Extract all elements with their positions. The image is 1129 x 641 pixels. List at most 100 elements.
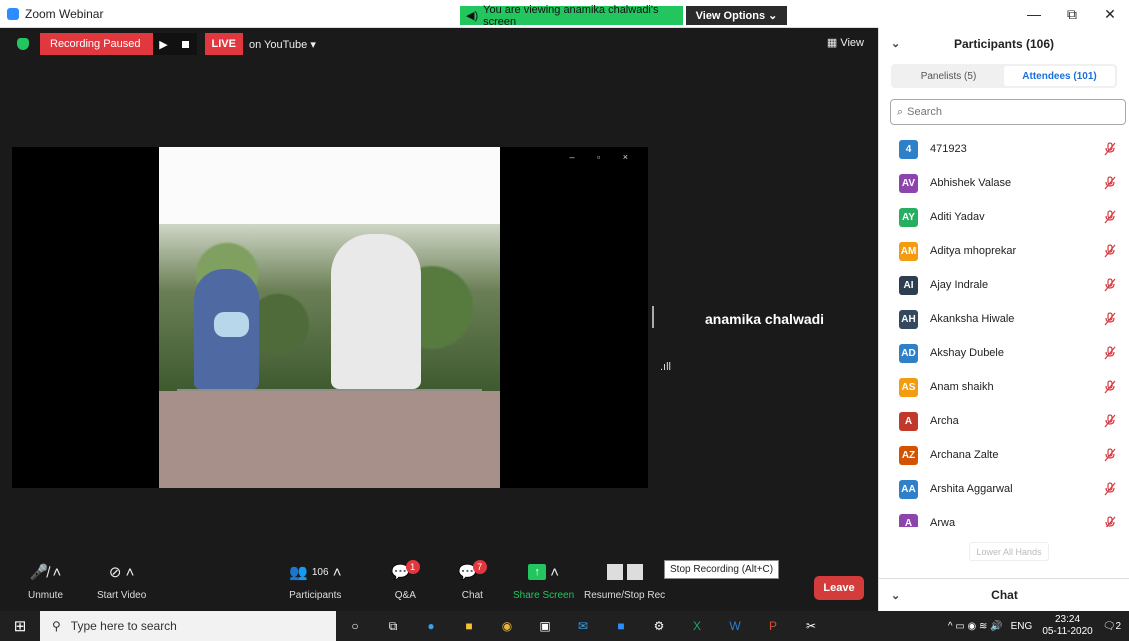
participant-name: Arwa xyxy=(930,517,956,527)
qa-badge: 1 xyxy=(405,560,420,574)
maximize-button[interactable]: ⧉ xyxy=(1053,0,1091,28)
video-off-icon: ⊘ ˄ xyxy=(108,564,135,581)
window-title: Zoom Webinar xyxy=(25,7,104,21)
participant-row[interactable]: AV Abhishek Valase xyxy=(879,166,1129,200)
excel-icon[interactable]: X xyxy=(678,611,716,641)
qa-button[interactable]: 💬 1 Q&A xyxy=(391,560,420,601)
share-screen-icon: ↑ ˄ xyxy=(528,561,559,583)
participants-count: 106 xyxy=(311,566,329,578)
mail-icon[interactable]: ✉ xyxy=(564,611,602,641)
participant-avatar: AI xyxy=(899,275,918,295)
notifications-icon[interactable]: 🗨2 xyxy=(1103,621,1121,632)
participant-avatar: AZ xyxy=(899,445,918,465)
chat-label: Chat xyxy=(461,590,483,601)
mic-muted-icon[interactable] xyxy=(1104,210,1116,224)
split-divider[interactable] xyxy=(652,306,654,328)
word-icon[interactable]: W xyxy=(716,611,754,641)
file-explorer-icon[interactable]: ■ xyxy=(450,611,488,641)
participant-avatar: AA xyxy=(899,479,918,499)
active-speaker-name: anamika chalwadi xyxy=(705,311,825,327)
settings-icon[interactable]: ⚙ xyxy=(640,611,678,641)
participant-name: Archana Zalte xyxy=(930,449,999,461)
face-mask xyxy=(214,312,249,337)
edge-icon[interactable]: ● xyxy=(412,611,450,641)
mic-muted-icon[interactable] xyxy=(1104,176,1116,190)
participants-button[interactable]: 👥 106 ˄ Participants xyxy=(289,561,342,602)
participant-row[interactable]: AY Aditi Yadav xyxy=(879,200,1129,234)
participant-row[interactable]: AA Arshita Aggarwal xyxy=(879,472,1129,506)
chat-section-header[interactable]: ⌄ Chat xyxy=(879,578,1129,611)
participant-name: Arshita Aggarwal xyxy=(930,483,1013,495)
participant-tabs: Panelists (5) Attendees (101) xyxy=(891,64,1117,88)
recording-bar: Recording Paused ▶ LIVE on YouTube ▾ xyxy=(0,32,316,56)
tab-attendees[interactable]: Attendees (101) xyxy=(1004,66,1115,86)
mic-muted-icon[interactable] xyxy=(1104,380,1116,394)
task-view-icon[interactable]: ⧉ xyxy=(374,611,412,641)
store-icon[interactable]: ▣ xyxy=(526,611,564,641)
shared-window-controls: – ▫ × xyxy=(569,152,638,162)
participant-avatar: AS xyxy=(899,377,918,397)
clock[interactable]: 23:24 05-11-2020 xyxy=(1042,614,1092,638)
chat-button[interactable]: 💬 7 Chat xyxy=(458,560,487,601)
close-button[interactable]: ✕ xyxy=(1091,0,1129,28)
participant-row[interactable]: AH Akanksha Hiwale xyxy=(879,302,1129,336)
participant-row[interactable]: A Arwa xyxy=(879,506,1129,527)
record-button[interactable]: Resume/Stop Rec xyxy=(584,561,665,601)
participant-name: Akshay Dubele xyxy=(930,347,1004,359)
participant-row[interactable]: AD Akshay Dubele xyxy=(879,336,1129,370)
participant-row[interactable]: AS Anam shaikh xyxy=(879,370,1129,404)
leave-button[interactable]: Leave xyxy=(814,576,864,600)
tray-icons[interactable]: ^ ▭ ◉ ≋ 🔊 xyxy=(948,621,1003,632)
live-badge[interactable]: LIVE xyxy=(204,33,243,55)
participant-avatar: A xyxy=(899,513,918,527)
mic-muted-icon: 🎤̸ ˄ xyxy=(29,564,62,581)
chrome-icon[interactable]: ◉ xyxy=(488,611,526,641)
lower-all-hands-button[interactable]: Lower All Hands xyxy=(969,542,1049,561)
mic-muted-icon[interactable] xyxy=(1104,516,1116,527)
mic-muted-icon[interactable] xyxy=(1104,278,1116,292)
security-shield-icon[interactable] xyxy=(17,38,29,50)
view-button[interactable]: ▦ View xyxy=(827,36,864,49)
taskbar-search-placeholder: Type here to search xyxy=(70,619,177,633)
language-indicator[interactable]: ENG xyxy=(1011,621,1033,632)
mic-muted-icon[interactable] xyxy=(1104,142,1116,156)
participant-avatar: AM xyxy=(899,241,918,261)
taskbar-search[interactable]: ⚲ Type here to search xyxy=(40,611,336,641)
mic-muted-icon[interactable] xyxy=(1104,448,1116,462)
qa-icon: 💬 1 xyxy=(391,560,420,583)
view-options-button[interactable]: View Options ⌄ xyxy=(686,6,787,25)
participant-row[interactable]: AM Aditya mhoprekar xyxy=(879,234,1129,268)
participant-search[interactable]: ⌕ xyxy=(890,99,1126,125)
collapse-chevron-icon[interactable]: ⌄ xyxy=(891,37,900,50)
start-video-button[interactable]: ⊘ ˄ Start Video xyxy=(97,561,146,601)
search-input[interactable] xyxy=(907,106,1108,118)
chat-chevron-icon[interactable]: ⌄ xyxy=(891,589,900,602)
participant-row[interactable]: AZ Archana Zalte xyxy=(879,438,1129,472)
cortana-icon[interactable]: ○ xyxy=(336,611,374,641)
participant-avatar: AD xyxy=(899,343,918,363)
live-destination-dropdown[interactable]: on YouTube ▾ xyxy=(249,38,316,51)
participant-list[interactable]: 4 471923 AV Abhishek Valase AY Aditi Yadav AM A… xyxy=(879,132,1129,527)
tab-panelists[interactable]: Panelists (5) xyxy=(893,66,1004,86)
window-controls: — ⧉ ✕ xyxy=(878,0,1129,28)
unmute-button[interactable]: 🎤̸ ˄ Unmute xyxy=(28,561,63,601)
mic-muted-icon[interactable] xyxy=(1104,346,1116,360)
participant-row[interactable]: 4 471923 xyxy=(879,132,1129,166)
mic-muted-icon[interactable] xyxy=(1104,244,1116,258)
shared-screen: – ▫ × xyxy=(12,147,648,488)
chat-badge: 7 xyxy=(472,560,487,574)
stop-recording-button[interactable] xyxy=(174,33,197,55)
zoom-taskbar-icon[interactable]: ■ xyxy=(602,611,640,641)
snipping-tool-icon[interactable]: ✂ xyxy=(792,611,830,641)
resume-recording-button[interactable]: ▶ xyxy=(152,33,175,55)
mic-muted-icon[interactable] xyxy=(1104,312,1116,326)
participant-row[interactable]: A Archa xyxy=(879,404,1129,438)
share-screen-button[interactable]: ↑ ˄ Share Screen xyxy=(513,561,574,602)
mic-muted-icon[interactable] xyxy=(1104,414,1116,428)
windows-start-icon[interactable]: ⊞ xyxy=(0,617,40,635)
participant-row[interactable]: AI Ajay Indrale xyxy=(879,268,1129,302)
minimize-button[interactable]: — xyxy=(1015,0,1053,28)
participants-icon: 👥 106 ˄ xyxy=(289,563,342,582)
mic-muted-icon[interactable] xyxy=(1104,482,1116,496)
powerpoint-icon[interactable]: P xyxy=(754,611,792,641)
